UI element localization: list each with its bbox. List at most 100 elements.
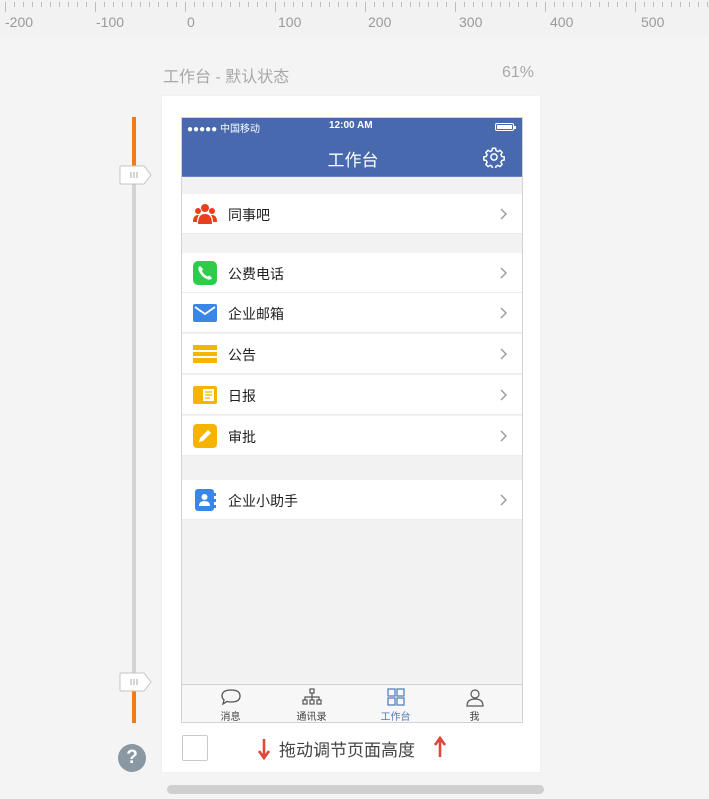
height-slider-track[interactable] bbox=[132, 117, 136, 722]
ruler-tick bbox=[446, 2, 447, 7]
ruler-label: 300 bbox=[459, 14, 483, 30]
tab-contacts[interactable]: 通讯录 bbox=[269, 685, 354, 723]
ruler-tick bbox=[302, 2, 303, 7]
ruler-tick bbox=[95, 2, 96, 12]
ruler-tick bbox=[374, 2, 375, 7]
horizontal-ruler: -200 -100 0 100 200 300 400 500 bbox=[0, 0, 709, 36]
ruler-tick bbox=[563, 2, 564, 7]
ruler-label: -200 bbox=[5, 14, 34, 30]
list-item-approval[interactable]: 审批 bbox=[182, 416, 522, 456]
ruler-tick bbox=[104, 2, 105, 7]
tab-label: 工作台 bbox=[380, 712, 411, 723]
ruler-tick bbox=[545, 2, 546, 12]
ruler-tick bbox=[518, 2, 519, 7]
ruler-tick bbox=[5, 2, 6, 12]
ruler-tick bbox=[590, 2, 591, 7]
list-item-mail[interactable]: 企业邮箱 bbox=[182, 293, 522, 333]
grid-icon bbox=[387, 688, 405, 706]
help-button[interactable]: ? bbox=[118, 744, 146, 772]
ruler-tick bbox=[419, 2, 420, 7]
ruler-tick bbox=[221, 2, 222, 7]
tab-label: 我 bbox=[469, 712, 480, 723]
ruler-label: 0 bbox=[187, 14, 195, 30]
ruler-tick bbox=[554, 2, 555, 7]
top-drag-handle[interactable] bbox=[119, 165, 152, 185]
ruler-tick bbox=[113, 2, 114, 7]
ruler-tick bbox=[599, 2, 600, 7]
announcement-icon bbox=[193, 345, 217, 363]
ruler-tick bbox=[473, 2, 474, 7]
ruler-tick bbox=[491, 2, 492, 7]
phone-icon bbox=[193, 261, 217, 285]
ruler-tick bbox=[608, 2, 609, 7]
tab-label: 消息 bbox=[220, 712, 241, 723]
tab-bar: 消息 通讯录 工作台 我 bbox=[182, 684, 522, 723]
list-item-label: 公费电话 bbox=[228, 267, 284, 283]
list-item-label: 公告 bbox=[228, 348, 256, 364]
list-item-label: 企业小助手 bbox=[228, 494, 298, 510]
status-bar: ●●●●● 中国移动 12:00 AM bbox=[182, 118, 522, 137]
arrow-down-icon bbox=[257, 739, 271, 761]
ruler-label: 100 bbox=[278, 14, 302, 30]
list-item-assistant[interactable]: 企业小助手 bbox=[182, 480, 522, 520]
list-item-label: 审批 bbox=[228, 430, 256, 446]
ruler-tick bbox=[680, 2, 681, 7]
ruler-tick bbox=[248, 2, 249, 7]
list-item-phone[interactable]: 公费电话 bbox=[182, 253, 522, 293]
battery-icon bbox=[495, 123, 516, 131]
ruler-tick bbox=[536, 2, 537, 7]
chevron-right-icon bbox=[500, 348, 507, 360]
ruler-tick bbox=[500, 2, 501, 7]
adjust-height-checkbox[interactable] bbox=[182, 735, 208, 761]
tab-messages[interactable]: 消息 bbox=[188, 685, 273, 723]
chevron-right-icon bbox=[500, 430, 507, 442]
ruler-tick bbox=[77, 2, 78, 7]
ruler-tick bbox=[158, 2, 159, 7]
ruler-tick bbox=[635, 2, 636, 12]
page-title: 工作台 bbox=[327, 151, 379, 171]
status-time: 12:00 AM bbox=[329, 120, 373, 131]
bottom-drag-handle[interactable] bbox=[119, 672, 152, 692]
ruler-tick bbox=[464, 2, 465, 7]
mail-icon bbox=[193, 304, 217, 322]
list-item-daily-report[interactable]: 日报 bbox=[182, 375, 522, 415]
ruler-tick bbox=[626, 2, 627, 7]
horizontal-scrollbar[interactable] bbox=[167, 785, 544, 794]
ruler-tick bbox=[392, 2, 393, 7]
zoom-level[interactable]: 61% bbox=[502, 64, 534, 82]
ruler-tick bbox=[68, 2, 69, 7]
ruler-tick bbox=[185, 2, 186, 12]
gear-icon[interactable] bbox=[483, 146, 505, 168]
ruler-tick bbox=[437, 2, 438, 7]
ruler-tick bbox=[257, 2, 258, 7]
ruler-tick bbox=[401, 2, 402, 7]
ruler-tick bbox=[428, 2, 429, 7]
ruler-tick bbox=[140, 2, 141, 7]
ruler-label: -100 bbox=[96, 14, 125, 30]
tab-label: 通讯录 bbox=[296, 712, 327, 723]
chevron-right-icon bbox=[500, 267, 507, 279]
chat-bubble-icon bbox=[221, 689, 241, 706]
ruler-tick bbox=[338, 2, 339, 7]
ruler-tick bbox=[455, 2, 456, 12]
ruler-tick bbox=[698, 2, 699, 7]
ruler-tick bbox=[203, 2, 204, 7]
ruler-tick bbox=[212, 2, 213, 7]
ruler-tick bbox=[167, 2, 168, 7]
tab-workbench[interactable]: 工作台 bbox=[353, 685, 438, 723]
ruler-tick bbox=[347, 2, 348, 7]
ruler-tick bbox=[653, 2, 654, 7]
ruler-tick bbox=[527, 2, 528, 7]
tab-me[interactable]: 我 bbox=[432, 685, 517, 723]
contact-book-icon bbox=[195, 489, 216, 511]
list-item-announcement[interactable]: 公告 bbox=[182, 334, 522, 374]
ruler-label: 400 bbox=[550, 14, 574, 30]
ruler-tick bbox=[365, 2, 366, 12]
ruler-tick bbox=[509, 2, 510, 7]
list-item-colleagues[interactable]: 同事吧 bbox=[182, 194, 522, 234]
ruler-tick bbox=[59, 2, 60, 7]
carrier-label: ●●●●● 中国移动 bbox=[187, 124, 260, 135]
ruler-tick bbox=[689, 2, 690, 7]
ruler-tick bbox=[707, 2, 708, 7]
org-chart-icon bbox=[302, 688, 322, 705]
